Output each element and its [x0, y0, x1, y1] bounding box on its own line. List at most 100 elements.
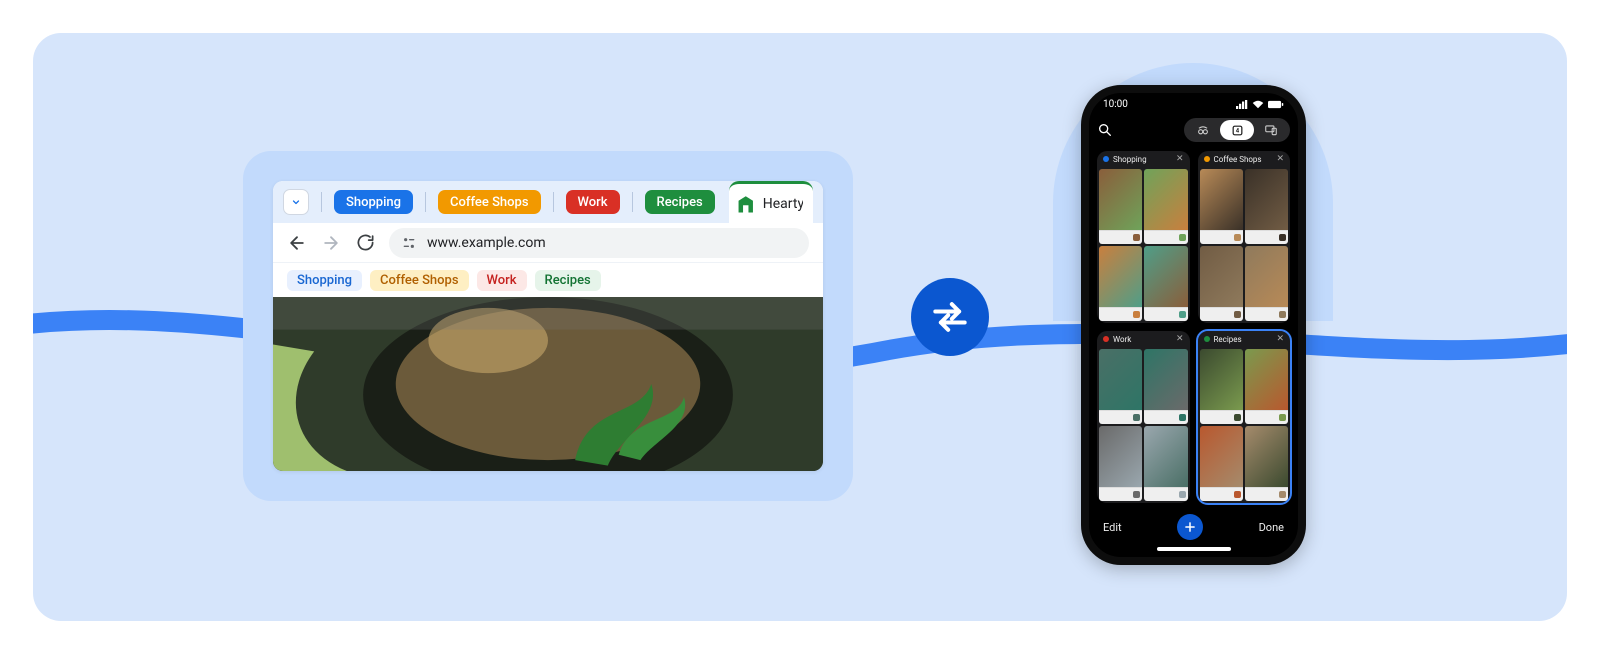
- mini-tab-thumbnail: [1099, 349, 1142, 410]
- mini-tab-caption: [1144, 410, 1187, 424]
- arrow-right-icon: [321, 233, 341, 253]
- mini-tab-thumbnail: [1099, 426, 1142, 487]
- reload-button[interactable]: [355, 233, 375, 253]
- phone-tab-group-work[interactable]: Work✕: [1097, 331, 1190, 503]
- mini-tab-thumbnail: [1200, 246, 1243, 307]
- tab-group-title: Shopping: [1113, 155, 1172, 164]
- phone-toolbar: 4: [1089, 115, 1298, 145]
- mini-tab[interactable]: [1144, 349, 1187, 424]
- mini-tab[interactable]: [1099, 426, 1142, 501]
- bookmark-work[interactable]: Work: [477, 270, 527, 291]
- tab-group-shopping[interactable]: Shopping: [334, 190, 413, 214]
- mini-tab[interactable]: [1245, 169, 1288, 244]
- plus-icon: [1183, 520, 1197, 534]
- color-dot-icon: [1103, 156, 1109, 162]
- mini-tab[interactable]: [1144, 169, 1187, 244]
- phone-tab-group-recipes[interactable]: Recipes✕: [1198, 331, 1291, 503]
- mini-favicon-icon: [1179, 234, 1186, 241]
- incognito-icon: [1196, 123, 1210, 137]
- tab-group-body: [1097, 347, 1190, 503]
- mini-tab[interactable]: [1144, 246, 1187, 321]
- svg-text:4: 4: [1235, 127, 1239, 134]
- mini-tab[interactable]: [1245, 426, 1288, 501]
- mini-tab[interactable]: [1144, 426, 1187, 501]
- mini-favicon-icon: [1234, 491, 1241, 498]
- mini-tab-thumbnail: [1099, 169, 1142, 230]
- active-tab-title: Hearty Herb: [763, 196, 803, 212]
- mini-favicon-icon: [1179, 414, 1186, 421]
- battery-icon: [1268, 100, 1284, 109]
- back-button[interactable]: [287, 233, 307, 253]
- done-button[interactable]: Done: [1259, 521, 1284, 534]
- page-content: [273, 297, 823, 471]
- mini-tab-caption: [1099, 487, 1142, 501]
- hero-image: [273, 297, 823, 471]
- edit-button[interactable]: Edit: [1103, 521, 1122, 534]
- close-group-button[interactable]: ✕: [1176, 154, 1184, 164]
- mini-tab[interactable]: [1099, 246, 1142, 321]
- color-dot-icon: [1204, 156, 1210, 162]
- mini-tab-thumbnail: [1144, 169, 1187, 230]
- tab-group-title: Coffee Shops: [1214, 155, 1273, 164]
- mini-tab[interactable]: [1200, 169, 1243, 244]
- phone-tab-group-coffee-shops[interactable]: Coffee Shops✕: [1198, 151, 1291, 323]
- mini-favicon-icon: [1279, 491, 1286, 498]
- mini-tab[interactable]: [1099, 349, 1142, 424]
- devices-icon: [1264, 123, 1278, 137]
- segment-incognito[interactable]: [1186, 120, 1220, 140]
- tab-group-header: Shopping ✕: [1097, 151, 1190, 167]
- view-segmented-control[interactable]: 4: [1184, 118, 1290, 142]
- phone-tab-group-shopping[interactable]: Shopping ✕: [1097, 151, 1190, 323]
- site-favicon-icon: [737, 195, 755, 213]
- mini-favicon-icon: [1234, 234, 1241, 241]
- tab-group-recipes[interactable]: Recipes: [645, 190, 715, 214]
- mini-favicon-icon: [1133, 234, 1140, 241]
- mini-tab-caption: [1099, 410, 1142, 424]
- status-bar: 10:00: [1089, 93, 1298, 115]
- mini-tab[interactable]: [1245, 246, 1288, 321]
- mini-favicon-icon: [1179, 311, 1186, 318]
- mini-favicon-icon: [1179, 491, 1186, 498]
- address-bar[interactable]: www.example.com: [389, 228, 809, 258]
- mini-tab-caption: [1144, 487, 1187, 501]
- tab-strip: Shopping Coffee Shops Work Recipes Heart…: [273, 181, 823, 223]
- search-icon[interactable]: [1097, 122, 1113, 138]
- arrow-left-icon: [287, 233, 307, 253]
- tab-group-header: Recipes✕: [1198, 331, 1291, 347]
- segment-tabs[interactable]: 4: [1220, 120, 1254, 140]
- active-tab[interactable]: Hearty Herb: [729, 181, 813, 223]
- mini-favicon-icon: [1279, 311, 1286, 318]
- bookmark-coffee-shops[interactable]: Coffee Shops: [370, 270, 469, 291]
- tab-groups-grid: Shopping✕Coffee Shops✕Work✕Recipes✕: [1089, 145, 1298, 507]
- tabs-icon: 4: [1231, 124, 1244, 137]
- bookmark-shopping[interactable]: Shopping: [287, 270, 362, 291]
- mini-tab[interactable]: [1200, 349, 1243, 424]
- mini-tab-caption: [1144, 307, 1187, 321]
- chevron-down-icon: [290, 196, 302, 208]
- new-tab-button[interactable]: [1177, 514, 1203, 540]
- segment-devices[interactable]: [1254, 120, 1288, 140]
- bookmark-recipes[interactable]: Recipes: [535, 270, 601, 291]
- mini-tab-caption: [1245, 307, 1288, 321]
- bookmark-bar: Shopping Coffee Shops Work Recipes: [273, 263, 823, 297]
- mini-favicon-icon: [1133, 414, 1140, 421]
- mini-tab-thumbnail: [1144, 349, 1187, 410]
- close-group-button[interactable]: ✕: [1276, 334, 1284, 344]
- mini-tab[interactable]: [1245, 349, 1288, 424]
- mini-tab[interactable]: [1200, 426, 1243, 501]
- tab-group-work[interactable]: Work: [566, 190, 620, 214]
- mini-tab-caption: [1200, 410, 1243, 424]
- mini-tab[interactable]: [1200, 246, 1243, 321]
- stage: Shopping Coffee Shops Work Recipes Heart…: [33, 33, 1567, 621]
- desktop-browser-card: Shopping Coffee Shops Work Recipes Heart…: [243, 151, 853, 501]
- close-group-button[interactable]: ✕: [1176, 334, 1184, 344]
- mini-favicon-icon: [1133, 311, 1140, 318]
- tab-group-coffee-shops[interactable]: Coffee Shops: [438, 190, 541, 214]
- color-dot-icon: [1204, 336, 1210, 342]
- mini-tab[interactable]: [1099, 169, 1142, 244]
- sync-badge: [911, 278, 989, 356]
- tab-search-dropdown[interactable]: [283, 189, 309, 215]
- forward-button[interactable]: [321, 233, 341, 253]
- mini-tab-thumbnail: [1200, 426, 1243, 487]
- close-group-button[interactable]: ✕: [1276, 154, 1284, 164]
